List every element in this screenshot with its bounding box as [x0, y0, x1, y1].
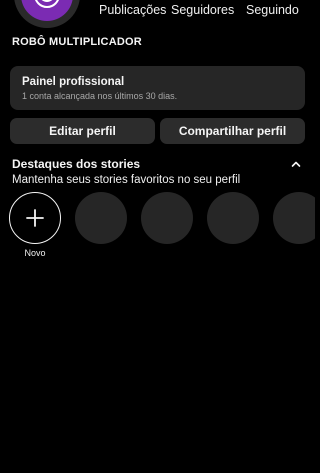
- following-stat-label[interactable]: Seguindo: [246, 3, 299, 17]
- new-highlight-button[interactable]: [9, 192, 61, 244]
- professional-dashboard-subtitle: 1 conta alcançada nos últimos 30 dias.: [22, 91, 178, 101]
- followers-stat-label[interactable]: Seguidores: [171, 3, 234, 17]
- profile-name: ROBÔ MULTIPLICADOR: [12, 36, 142, 48]
- posts-stat-label[interactable]: Publicações: [99, 3, 166, 17]
- professional-dashboard-panel[interactable]: Painel profissional 1 conta alcançada no…: [10, 66, 305, 110]
- plus-icon: [26, 209, 44, 227]
- avatar-image: [21, 0, 73, 21]
- chevron-up-icon[interactable]: [289, 157, 303, 171]
- new-highlight-label: Novo: [24, 248, 46, 258]
- highlights-subtitle: Mantenha seus stories favoritos no seu p…: [12, 174, 241, 186]
- edit-profile-button[interactable]: Editar perfil: [10, 118, 155, 144]
- professional-dashboard-title: Painel profissional: [22, 76, 125, 88]
- highlight-placeholder: [273, 192, 315, 244]
- avatar[interactable]: [14, 0, 80, 28]
- profile-stats: Publicações Seguidores Seguindo: [96, 3, 315, 19]
- highlight-placeholder: [207, 192, 259, 244]
- highlight-placeholder: [141, 192, 193, 244]
- share-profile-button[interactable]: Compartilhar perfil: [160, 118, 305, 144]
- highlights-title: Destaques dos stories: [12, 157, 141, 171]
- robot-logo-icon: [35, 0, 59, 8]
- highlight-placeholder: [75, 192, 127, 244]
- profile-page: Publicações Seguidores Seguindo ROBÔ MUL…: [0, 0, 315, 473]
